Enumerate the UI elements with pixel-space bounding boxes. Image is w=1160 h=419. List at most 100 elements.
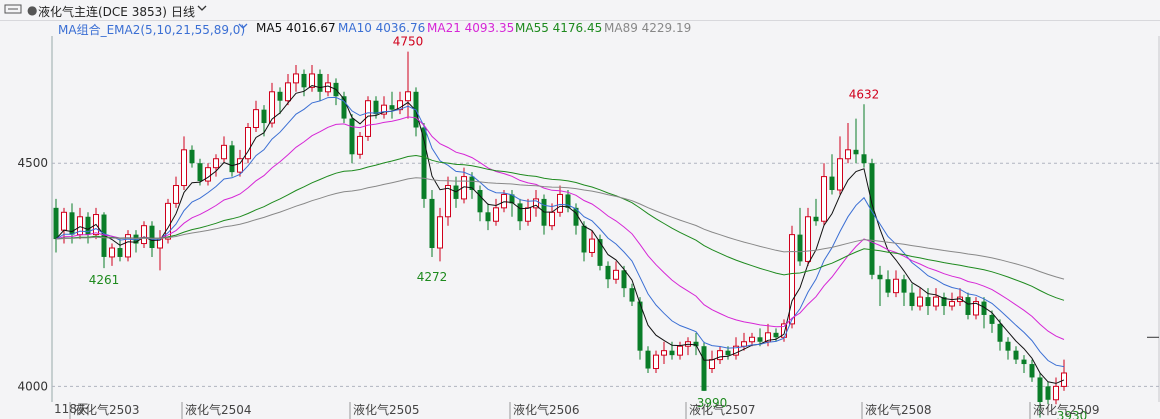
candle-body <box>581 225 587 253</box>
candle-body <box>141 225 147 245</box>
ma21-line <box>55 116 1065 340</box>
candle-body <box>205 167 211 182</box>
candle-body <box>1061 372 1067 387</box>
candle-body <box>301 73 307 88</box>
candle-body <box>181 149 187 187</box>
candle-body <box>229 145 235 173</box>
candle-body <box>893 278 899 294</box>
candle-body <box>149 225 155 249</box>
candle-body <box>869 163 875 275</box>
ma5-line <box>55 84 1065 384</box>
candle-body <box>965 297 971 315</box>
candle-body <box>197 163 203 182</box>
candle-body <box>285 82 291 102</box>
candle-body <box>293 73 299 84</box>
candle-body <box>389 105 395 110</box>
candle-body <box>741 341 747 347</box>
x-tick-label: 液化气2505 <box>353 402 420 417</box>
candle-body <box>277 91 283 101</box>
candle-body <box>485 212 491 222</box>
candle-body <box>829 176 835 190</box>
chart-root: { "header": { "title": "液化气主连(DCE 3853)"… <box>0 0 1160 419</box>
candle-body <box>405 91 411 102</box>
day-count-label: 118天 <box>54 402 89 416</box>
candle-body <box>749 336 755 343</box>
candle-body <box>549 211 555 227</box>
candle-body <box>1029 364 1035 378</box>
candle-body <box>885 279 891 293</box>
candle-body <box>365 100 371 137</box>
candle-body <box>261 109 267 124</box>
candle-body <box>797 234 803 262</box>
candle-body <box>661 350 667 356</box>
price-annotation: 4632 <box>849 87 880 101</box>
price-annotation: 4272 <box>417 270 448 284</box>
candle-body <box>853 149 859 155</box>
x-tick-label: 液化气2509 <box>1033 402 1100 417</box>
candle-body <box>861 154 867 164</box>
candle-body <box>669 350 675 356</box>
candle-body <box>253 109 259 128</box>
candle-body <box>989 314 995 324</box>
candle-body <box>677 345 683 356</box>
candle-body <box>421 127 427 199</box>
candlestick-chart: 40004500426147504272399046323930液化气2503 液… <box>17 35 1160 419</box>
candle-body <box>1037 377 1043 402</box>
candle-body <box>429 198 435 249</box>
candle-body <box>605 265 611 280</box>
candle-body <box>709 359 715 370</box>
candle-body <box>909 292 915 307</box>
candle-body <box>837 158 843 191</box>
price-annotation: 4261 <box>89 273 120 287</box>
x-tick-label: 液化气2504 <box>185 402 252 417</box>
price-annotation: 4750 <box>393 35 424 49</box>
y-tick-label: 4500 <box>17 156 48 170</box>
candle-body <box>621 270 627 289</box>
candle-body <box>109 247 115 258</box>
candle-body <box>845 149 851 160</box>
candle-body <box>349 118 355 155</box>
candle-body <box>445 185 451 218</box>
candle-body <box>997 323 1003 342</box>
candle-body <box>717 350 723 361</box>
candle-body <box>645 350 651 369</box>
candle-body <box>813 216 819 222</box>
candle-body <box>917 296 923 307</box>
candle-body <box>901 279 907 293</box>
candle-body <box>53 207 59 240</box>
candle-body <box>701 346 707 391</box>
candle-body <box>61 211 67 231</box>
candle-body <box>117 248 123 257</box>
x-tick-label: 液化气2508 <box>865 402 932 417</box>
candle-body <box>317 73 323 92</box>
candle-body <box>877 274 883 280</box>
candle-body <box>821 176 827 222</box>
candle-body <box>173 185 179 204</box>
x-tick-label: 液化气2507 <box>689 402 756 417</box>
candle-body <box>557 193 563 213</box>
ma10-line <box>55 96 1065 368</box>
candle-body <box>501 193 507 209</box>
candle-body <box>757 337 763 342</box>
y-tick-label: 4000 <box>17 379 48 393</box>
candle-body <box>653 354 659 370</box>
x-tick-label: 液化气2506 <box>513 402 580 417</box>
candle-body <box>925 297 931 307</box>
candle-body <box>1053 385 1059 401</box>
candle-body <box>613 269 619 280</box>
candle-body <box>477 189 483 213</box>
candle-body <box>221 144 227 160</box>
candle-body <box>213 158 219 169</box>
candle-body <box>1045 386 1051 400</box>
candle-body <box>1021 359 1027 365</box>
candle-body <box>517 203 523 222</box>
candle-body <box>949 301 955 307</box>
candle-body <box>525 207 531 222</box>
candle-body <box>629 288 635 302</box>
candle-body <box>493 207 499 222</box>
candle-body <box>725 350 731 356</box>
candle-body <box>325 82 331 93</box>
candle-body <box>589 238 595 253</box>
candle-body <box>373 100 379 115</box>
candle-body <box>437 216 443 249</box>
